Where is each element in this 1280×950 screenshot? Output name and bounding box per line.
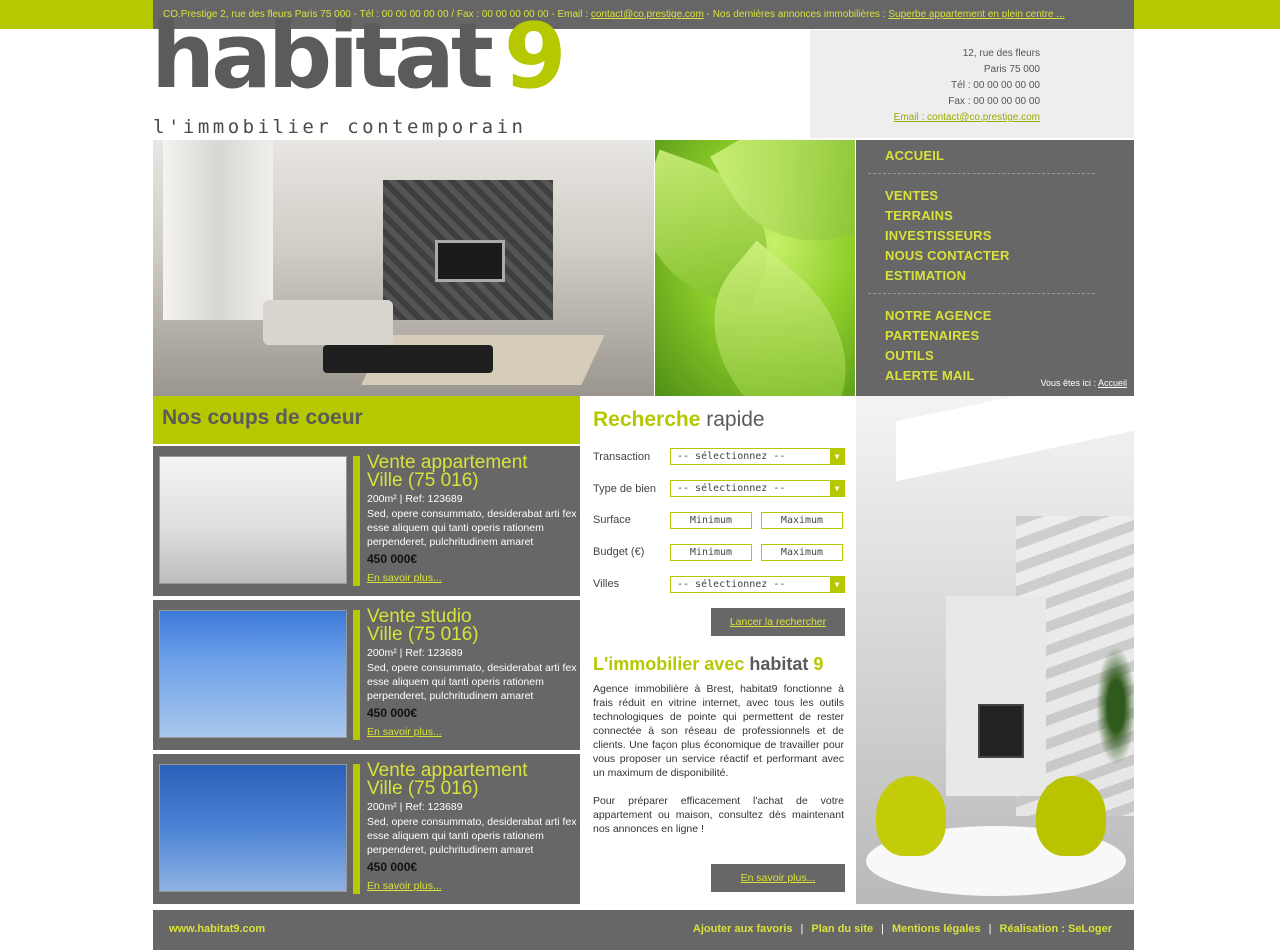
- footer-separator: |: [881, 923, 885, 935]
- favorites-title: Nos coups de coeur: [162, 406, 363, 429]
- footer: www.habitat9.com Ajouter aux favoris | Pla…: [153, 910, 1134, 950]
- hero-leaves-image: [655, 140, 855, 396]
- listing-title[interactable]: Vente appartement Ville (75 016): [367, 761, 567, 798]
- listing-meta: 200m² | Ref: 123689: [367, 647, 463, 659]
- footer-site-link[interactable]: www.habitat9.com: [169, 923, 265, 935]
- about-title: L'immobilier avec habitat 9: [593, 654, 824, 674]
- nav-notre-agence[interactable]: NOTRE AGENCE: [885, 308, 992, 323]
- footer-separator: |: [800, 923, 804, 935]
- footer-link-sitemap[interactable]: Plan du site: [811, 923, 873, 935]
- chevron-down-icon: ▼: [830, 577, 844, 592]
- listing-meta: 200m² | Ref: 123689: [367, 801, 463, 813]
- card-accent-bar: [353, 456, 360, 586]
- budget-max-input[interactable]: Maximum: [761, 544, 843, 561]
- nav-terrains[interactable]: TERRAINS: [885, 208, 953, 223]
- contact-city: Paris 75 000: [983, 64, 1040, 75]
- footer-links: Ajouter aux favoris | Plan du site | Mention…: [693, 923, 1112, 935]
- contact-box: 12, rue des fleurs Paris 75 000 Tél : 00…: [810, 30, 1134, 138]
- listing-thumbnail[interactable]: [159, 610, 347, 738]
- top-email-link[interactable]: contact@co.prestige.com: [591, 9, 704, 20]
- listing-description: Sed, opere consummato, desiderabat arti …: [367, 508, 577, 548]
- main-navigation: ACCUEIL VENTES TERRAINS INVESTISSEURS NO…: [856, 140, 1134, 396]
- footer-link-legal[interactable]: Mentions légales: [892, 923, 981, 935]
- nav-outils[interactable]: OUTILS: [885, 348, 934, 363]
- site-logo[interactable]: habitat 9 l'immobilier contemporain: [151, 4, 810, 138]
- logo-tagline: l'immobilier contemporain: [153, 116, 527, 138]
- top-news-link[interactable]: Superbe appartement en plein centre ...: [888, 9, 1064, 20]
- listing-meta: 200m² | Ref: 123689: [367, 493, 463, 505]
- listing-price: 450 000€: [367, 860, 418, 874]
- listing-description: Sed, opere consummato, desiderabat arti …: [367, 662, 577, 702]
- listing-thumbnail[interactable]: [159, 764, 347, 892]
- nav-divider: [868, 293, 1095, 294]
- contact-address: 12, rue des fleurs: [962, 48, 1040, 59]
- interior-staircase-image: [856, 396, 1134, 904]
- listing-title[interactable]: Vente appartement Ville (75 016): [367, 453, 567, 490]
- property-type-label: Type de bien: [593, 483, 656, 495]
- chevron-down-icon: ▼: [830, 481, 844, 496]
- listing-thumbnail[interactable]: [159, 456, 347, 584]
- hero-living-room-image: [153, 140, 654, 396]
- surface-label: Surface: [593, 514, 631, 526]
- listing-price: 450 000€: [367, 552, 418, 566]
- property-type-select[interactable]: -- sélectionnez -- ▼: [670, 480, 845, 497]
- nav-alerte-mail[interactable]: ALERTE MAIL: [885, 368, 975, 383]
- quick-search-title: Recherche rapide: [593, 408, 765, 431]
- nav-partenaires[interactable]: PARTENAIRES: [885, 328, 979, 343]
- contact-fax: Fax : 00 00 00 00 00: [948, 96, 1040, 107]
- transaction-select[interactable]: -- sélectionnez -- ▼: [670, 448, 845, 465]
- listing-more-link[interactable]: En savoir plus...: [367, 880, 442, 892]
- about-more-button[interactable]: En savoir plus...: [711, 864, 845, 892]
- breadcrumb: Vous êtes ici : Accueil: [1040, 378, 1127, 388]
- chevron-down-icon: ▼: [830, 449, 844, 464]
- logo-word: habitat: [151, 4, 494, 109]
- nav-investisseurs[interactable]: INVESTISSEURS: [885, 228, 992, 243]
- listing-title[interactable]: Vente studio Ville (75 016): [367, 607, 567, 644]
- budget-label: Budget (€): [593, 546, 645, 558]
- footer-link-credits[interactable]: Réalisation : SeLoger: [1000, 923, 1112, 935]
- budget-min-input[interactable]: Minimum: [670, 544, 752, 561]
- nav-accueil[interactable]: ACCUEIL: [885, 148, 944, 163]
- listing-more-link[interactable]: En savoir plus...: [367, 572, 442, 584]
- about-paragraph-1: Agence immobilière à Brest, habitat9 fon…: [593, 683, 844, 779]
- listing-description: Sed, opere consummato, desiderabat arti …: [367, 816, 577, 856]
- contact-tel: Tél : 00 00 00 00 00: [951, 80, 1040, 91]
- listing-card: Vente studio Ville (75 016) 200m² | Ref: …: [153, 600, 580, 750]
- listing-card: Vente appartement Ville (75 016) 200m² | …: [153, 754, 580, 904]
- logo-wordmark: habitat 9: [151, 4, 567, 109]
- transaction-label: Transaction: [593, 451, 651, 463]
- breadcrumb-link-accueil[interactable]: Accueil: [1098, 378, 1127, 388]
- villes-label: Villes: [593, 578, 620, 590]
- breadcrumb-label: Vous êtes ici :: [1040, 378, 1098, 388]
- about-paragraph-2: Pour préparer efficacement l'achat de vo…: [593, 795, 844, 835]
- logo-number: 9: [503, 4, 567, 109]
- surface-max-input[interactable]: Maximum: [761, 512, 843, 529]
- card-accent-bar: [353, 764, 360, 894]
- nav-nous-contacter[interactable]: NOUS CONTACTER: [885, 248, 1010, 263]
- quick-search-panel: Recherche rapide Transaction -- sélectio…: [580, 396, 856, 908]
- listing-more-link[interactable]: En savoir plus...: [367, 726, 442, 738]
- nav-divider: [868, 173, 1095, 174]
- top-news-label: - Nos dernières annonces immobilières :: [703, 9, 889, 20]
- surface-min-input[interactable]: Minimum: [670, 512, 752, 529]
- nav-estimation[interactable]: ESTIMATION: [885, 268, 966, 283]
- contact-email-link[interactable]: Email : contact@co.prestige.com: [894, 112, 1040, 123]
- footer-separator: |: [988, 923, 992, 935]
- listing-card: Vente appartement Ville (75 016) 200m² | …: [153, 446, 580, 596]
- villes-select[interactable]: -- sélectionnez -- ▼: [670, 576, 845, 593]
- card-accent-bar: [353, 610, 360, 740]
- favorites-header: Nos coups de coeur: [153, 396, 580, 444]
- listing-price: 450 000€: [367, 706, 418, 720]
- footer-link-favorites[interactable]: Ajouter aux favoris: [693, 923, 793, 935]
- search-submit-button[interactable]: Lancer la rechercher: [711, 608, 845, 636]
- nav-ventes[interactable]: VENTES: [885, 188, 938, 203]
